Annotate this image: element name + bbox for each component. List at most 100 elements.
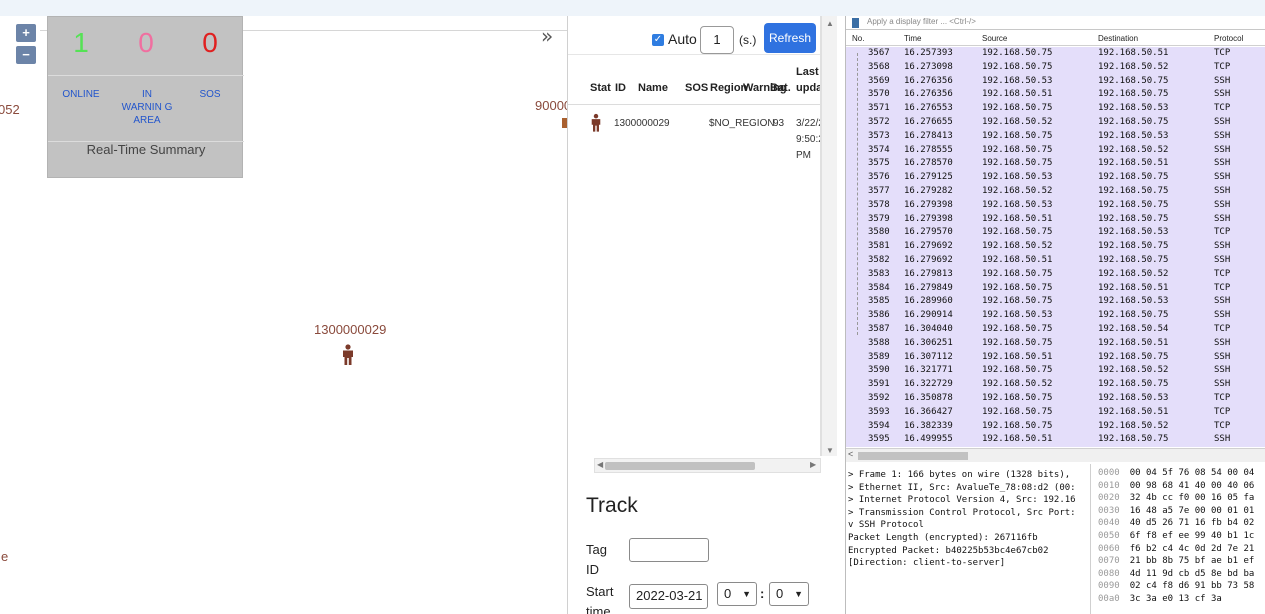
list-horizontal-scrollbar[interactable]: ◀ ▶ xyxy=(594,458,821,473)
col-id[interactable]: ID xyxy=(615,80,626,96)
refresh-button[interactable]: Refresh xyxy=(764,23,816,53)
col-time[interactable]: Time xyxy=(904,34,921,43)
packet-row[interactable]: 3592 16.350878 192.168.50.75 192.168.50.53 T… xyxy=(846,392,1265,406)
pk-time: 16.279282 xyxy=(904,186,953,196)
pk-time: 16.276655 xyxy=(904,117,953,127)
minute-select[interactable]: 0 ▼ xyxy=(769,582,809,606)
hour-select[interactable]: 0 ▼ xyxy=(717,582,757,606)
detail-line[interactable]: > Internet Protocol Version 4, Src: 192.… xyxy=(848,495,1076,505)
packet-row[interactable]: 3589 16.307112 192.168.50.51 192.168.50.75 S… xyxy=(846,350,1265,365)
packet-row[interactable]: 3595 16.499955 192.168.50.51 192.168.50.75 S… xyxy=(846,433,1265,447)
packet-row[interactable]: 3574 16.278555 192.168.50.75 192.168.50.52 S… xyxy=(846,143,1265,158)
pk-no: 3581 xyxy=(868,241,890,252)
packet-row[interactable]: 3567 16.257393 192.168.50.75 192.168.50.51 T… xyxy=(846,47,1265,61)
packet-row[interactable]: 3587 16.304040 192.168.50.75 192.168.50.54 T… xyxy=(846,323,1265,337)
packet-row[interactable]: 3569 16.276356 192.168.50.53 192.168.50.75 S… xyxy=(846,74,1265,89)
packet-row[interactable]: 3568 16.273098 192.168.50.75 192.168.50.52 T… xyxy=(846,60,1265,75)
packet-row[interactable]: 3571 16.276553 192.168.50.75 192.168.50.53 T… xyxy=(846,102,1265,117)
pk-no: 3572 xyxy=(868,117,890,127)
display-filter-bar[interactable]: Apply a display filter ... <Ctrl-/> xyxy=(846,16,1265,30)
packet-row[interactable]: 3570 16.276356 192.168.50.51 192.168.50.75 S… xyxy=(846,88,1265,103)
detail-line[interactable]: [Direction: client-to-server] xyxy=(848,558,1005,568)
packet-list: 3567 16.257393 192.168.50.75 192.168.50.51 T… xyxy=(846,47,1265,447)
packet-row[interactable]: 3584 16.279849 192.168.50.75 192.168.50.51 T… xyxy=(846,281,1265,296)
pk-dst: 192.168.50.51 xyxy=(1098,337,1169,348)
packet-list-hscroll[interactable]: < xyxy=(846,448,1265,462)
packet-row[interactable]: 3594 16.382339 192.168.50.75 192.168.50.52 T… xyxy=(846,419,1265,434)
pk-proto: SSH xyxy=(1214,296,1231,307)
bookmark-icon[interactable] xyxy=(852,18,859,28)
packet-row[interactable]: 3575 16.278570 192.168.50.75 192.168.50.51 S… xyxy=(846,157,1265,172)
packet-row[interactable]: 3578 16.279398 192.168.50.53 192.168.50.75 S… xyxy=(846,198,1265,213)
start-date-input[interactable]: 2022-03-21 xyxy=(629,584,708,609)
detail-line[interactable]: > Frame 1: 166 bytes on wire (1328 bits)… xyxy=(848,470,1070,480)
zoom-in-button[interactable]: + xyxy=(16,24,36,42)
col-last[interactable]: Last xyxy=(796,64,819,80)
col-stat[interactable]: Stat xyxy=(590,80,611,96)
pk-time: 16.321771 xyxy=(904,365,953,376)
expand-panel-button[interactable]: » xyxy=(541,24,553,48)
packet-row[interactable]: 3586 16.290914 192.168.50.53 192.168.50.75 S… xyxy=(846,309,1265,324)
pk-no: 3591 xyxy=(868,379,890,390)
pk-proto: SSH xyxy=(1214,186,1231,196)
row-sos: $NO_REGION xyxy=(709,118,775,129)
packet-row[interactable]: 3585 16.289960 192.168.50.75 192.168.50.53 S… xyxy=(846,295,1265,310)
hex-line: 0050 6f f8 ef ee 99 40 b1 1c xyxy=(1098,531,1254,541)
packet-row[interactable]: 3576 16.279125 192.168.50.53 192.168.50.75 S… xyxy=(846,171,1265,186)
hex-line: 0060 f6 b2 c4 4c 0d 2d 7e 21 xyxy=(1098,544,1254,554)
col-update[interactable]: update xyxy=(796,80,820,96)
detail-line[interactable]: > Ethernet II, Src: AvalueTe_78:08:d2 (0… xyxy=(848,483,1076,493)
packet-row[interactable]: 3583 16.279813 192.168.50.75 192.168.50.52 T… xyxy=(846,267,1265,282)
packet-row[interactable]: 3582 16.279692 192.168.50.51 192.168.50.75 S… xyxy=(846,254,1265,268)
pk-src: 192.168.50.75 xyxy=(982,337,1053,348)
person-icon[interactable] xyxy=(341,344,355,366)
detail-line[interactable]: Encrypted Packet: b40225b53bc4e67cb02 xyxy=(848,546,1048,556)
pk-no: 3592 xyxy=(868,393,890,403)
pk-time: 16.257393 xyxy=(904,48,953,58)
pk-time: 16.307112 xyxy=(904,351,953,362)
packet-row[interactable]: 3573 16.278413 192.168.50.75 192.168.50.53 S… xyxy=(846,129,1265,144)
auto-refresh-checkbox[interactable]: ✓ xyxy=(652,34,664,46)
packet-row[interactable]: 3581 16.279692 192.168.50.52 192.168.50.75 S… xyxy=(846,240,1265,255)
col-region[interactable]: Region xyxy=(710,80,747,96)
col-source[interactable]: Source xyxy=(982,34,1007,43)
pk-no: 3568 xyxy=(868,61,890,72)
packet-row[interactable]: 3577 16.279282 192.168.50.52 192.168.50.75 S… xyxy=(846,185,1265,199)
pk-src: 192.168.50.75 xyxy=(982,324,1053,334)
packet-row[interactable]: 3588 16.306251 192.168.50.75 192.168.50.51 S… xyxy=(846,336,1265,351)
pk-src: 192.168.50.75 xyxy=(982,268,1053,279)
pk-no: 3586 xyxy=(868,310,890,321)
pk-proto: SSH xyxy=(1214,89,1231,100)
row-update-time: 9:50:2 xyxy=(796,134,820,145)
detail-line[interactable]: v SSH Protocol xyxy=(848,520,924,530)
packet-row[interactable]: 3593 16.366427 192.168.50.75 192.168.50.51 T… xyxy=(846,405,1265,420)
packet-row[interactable]: 3572 16.276655 192.168.50.52 192.168.50.75 S… xyxy=(846,116,1265,130)
hex-line: 00a0 3c 3a e0 13 cf 3a xyxy=(1098,594,1222,604)
pk-time: 16.278570 xyxy=(904,158,953,169)
detail-line[interactable]: Packet Length (encrypted): 267116fb xyxy=(848,533,1038,543)
zoom-out-button[interactable]: − xyxy=(16,46,36,64)
tag-id-input[interactable] xyxy=(629,538,709,562)
pk-no: 3578 xyxy=(868,199,890,210)
pk-src: 192.168.50.52 xyxy=(982,241,1053,252)
col-sos[interactable]: SOS xyxy=(685,80,708,96)
hscroll-thumb[interactable] xyxy=(858,452,968,460)
detail-line[interactable]: > Transmission Control Protocol, Src Por… xyxy=(848,508,1076,518)
packet-row[interactable]: 3579 16.279398 192.168.50.51 192.168.50.75 S… xyxy=(846,212,1265,227)
hscroll-thumb[interactable] xyxy=(605,462,755,470)
packet-row[interactable]: 3580 16.279570 192.168.50.75 192.168.50.53 T… xyxy=(846,226,1265,241)
packet-row[interactable]: 3590 16.321771 192.168.50.75 192.168.50.52 S… xyxy=(846,364,1265,379)
col-destination[interactable]: Destination xyxy=(1098,34,1138,43)
map-area[interactable]: + − » 052 90000 e 1300000029 1 0 0 ONLIN… xyxy=(0,16,567,614)
col-name[interactable]: Name xyxy=(638,80,668,96)
pk-proto: SSH xyxy=(1214,172,1231,183)
summary-title: Real-Time Summary xyxy=(48,141,244,179)
interval-input[interactable]: 1 xyxy=(700,26,734,54)
col-battery[interactable]: Bat. xyxy=(770,80,791,96)
list-vertical-scrollbar[interactable]: ▲ ▼ xyxy=(821,16,837,456)
col-no[interactable]: No. xyxy=(852,34,864,43)
col-protocol[interactable]: Protocol xyxy=(1214,34,1243,43)
pk-dst: 192.168.50.52 xyxy=(1098,365,1169,376)
row-id[interactable]: 1300000029 xyxy=(614,116,670,132)
packet-row[interactable]: 3591 16.322729 192.168.50.52 192.168.50.75 S… xyxy=(846,378,1265,393)
